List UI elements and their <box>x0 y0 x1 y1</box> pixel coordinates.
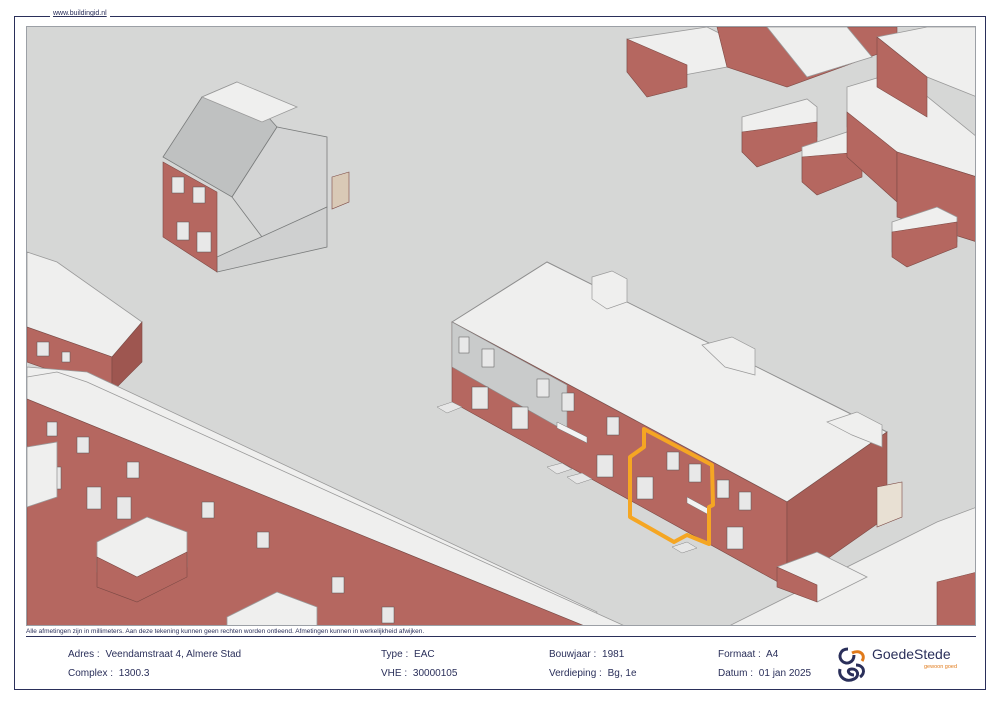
logo-tagline: gewoon goed <box>924 664 958 670</box>
verdieping-value: Bg, 1e <box>607 668 637 679</box>
type-label: Type : <box>381 649 409 660</box>
formaat-label: Formaat : <box>718 649 761 660</box>
bouwjaar-label: Bouwjaar : <box>549 649 597 660</box>
verdieping-label: Verdieping : <box>549 668 602 679</box>
title-block: Adres : Veendamstraat 4, Almere Stad Com… <box>26 636 976 690</box>
isometric-drawing <box>26 26 976 626</box>
datum-label: Datum : <box>718 668 754 679</box>
complex-label: Complex : <box>68 668 114 679</box>
vhe-label: VHE : <box>381 668 408 679</box>
field-verdieping: Verdieping : Bg, 1e <box>549 668 637 679</box>
disclaimer-text: Alle afmetingen zijn in millimeters. Aan… <box>26 628 425 635</box>
website-link[interactable]: www.buildingid.nl <box>50 10 110 17</box>
field-formaat: Formaat : A4 <box>718 649 778 660</box>
logo-name: GoedeStede <box>872 646 951 662</box>
field-type: Type : EAC <box>381 649 435 660</box>
bouwjaar-value: 1981 <box>602 649 625 660</box>
field-datum: Datum : 01 jan 2025 <box>718 668 811 679</box>
type-value: EAC <box>414 649 435 660</box>
field-bouwjaar: Bouwjaar : 1981 <box>549 649 624 660</box>
goedestede-logo: GoedeStede gewoon goed <box>834 643 974 687</box>
adres-value: Veendamstraat 4, Almere Stad <box>105 649 242 660</box>
goedestede-logo-icon <box>838 647 865 682</box>
neighbourhood-3d-view <box>27 27 975 625</box>
field-complex: Complex : 1300.3 <box>68 668 149 679</box>
complex-value: 1300.3 <box>118 668 150 679</box>
formaat-value: A4 <box>766 649 779 660</box>
field-vhe: VHE : 30000105 <box>381 668 457 679</box>
field-adres: Adres : Veendamstraat 4, Almere Stad <box>68 649 241 660</box>
datum-value: 01 jan 2025 <box>758 668 812 679</box>
vhe-value: 30000105 <box>412 668 458 679</box>
adres-label: Adres : <box>68 649 100 660</box>
